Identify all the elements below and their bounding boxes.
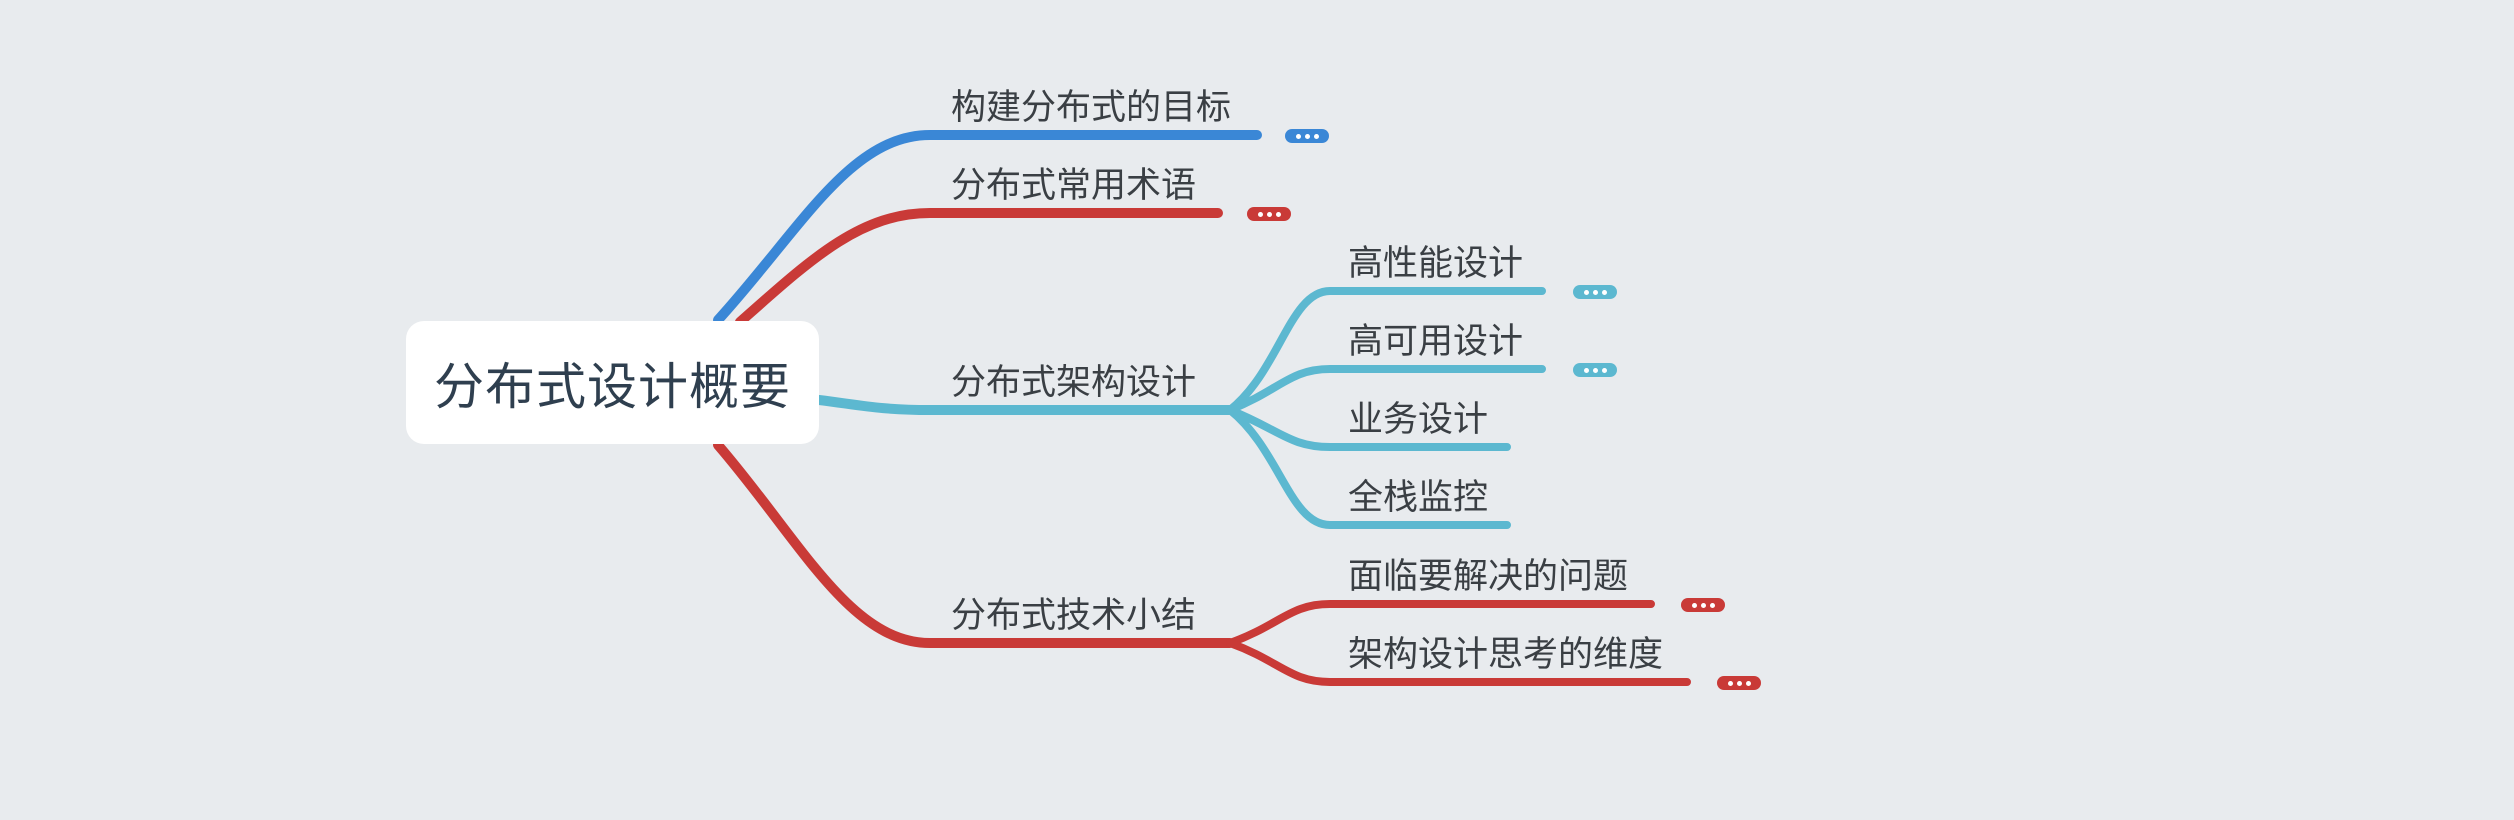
topic-perf[interactable]: 高性能设计 — [1348, 247, 1523, 282]
more-dot-icon — [1257, 211, 1263, 217]
topic-dimensions[interactable]: 架构设计思考的维度 — [1348, 638, 1663, 673]
expand-terms-button[interactable] — [1247, 207, 1291, 221]
topic-summary[interactable]: 分布式技术小结 — [951, 599, 1196, 634]
more-dot-icon — [1592, 367, 1598, 373]
more-dot-icon — [1313, 133, 1319, 139]
more-dot-icon — [1727, 680, 1733, 686]
more-dot-icon — [1601, 289, 1607, 295]
connector-goal — [713, 130, 1262, 325]
more-dot-icon — [1709, 602, 1715, 608]
more-dot-icon — [1275, 211, 1281, 217]
expand-dimensions-button[interactable] — [1717, 676, 1761, 690]
more-dot-icon — [1592, 289, 1598, 295]
expand-problems-button[interactable] — [1681, 598, 1725, 612]
expand-perf-button[interactable] — [1573, 285, 1617, 299]
more-dot-icon — [1736, 680, 1742, 686]
topic-biz[interactable]: 业务设计 — [1348, 403, 1488, 438]
mindmap-connectors — [713, 130, 1691, 686]
more-dot-icon — [1745, 680, 1751, 686]
expand-avail-button[interactable] — [1573, 363, 1617, 377]
more-dot-icon — [1700, 602, 1706, 608]
topic-goal[interactable]: 构建分布式的目标 — [951, 91, 1231, 126]
expand-goal-button[interactable] — [1285, 129, 1329, 143]
topic-arch[interactable]: 分布式架构设计 — [951, 366, 1196, 401]
root-topic[interactable]: 分布式设计概要 — [406, 321, 819, 444]
connector-terms — [735, 208, 1223, 327]
more-dot-icon — [1295, 133, 1301, 139]
more-dot-icon — [1304, 133, 1310, 139]
more-dot-icon — [1266, 211, 1272, 217]
more-dot-icon — [1691, 602, 1697, 608]
topic-monitor[interactable]: 全栈监控 — [1348, 481, 1488, 516]
more-dot-icon — [1601, 367, 1607, 373]
topic-problems[interactable]: 面临要解决的问题 — [1348, 560, 1628, 595]
topic-terms[interactable]: 分布式常用术语 — [951, 169, 1196, 204]
more-dot-icon — [1583, 289, 1589, 295]
topic-avail[interactable]: 高可用设计 — [1348, 325, 1523, 360]
more-dot-icon — [1583, 367, 1589, 373]
